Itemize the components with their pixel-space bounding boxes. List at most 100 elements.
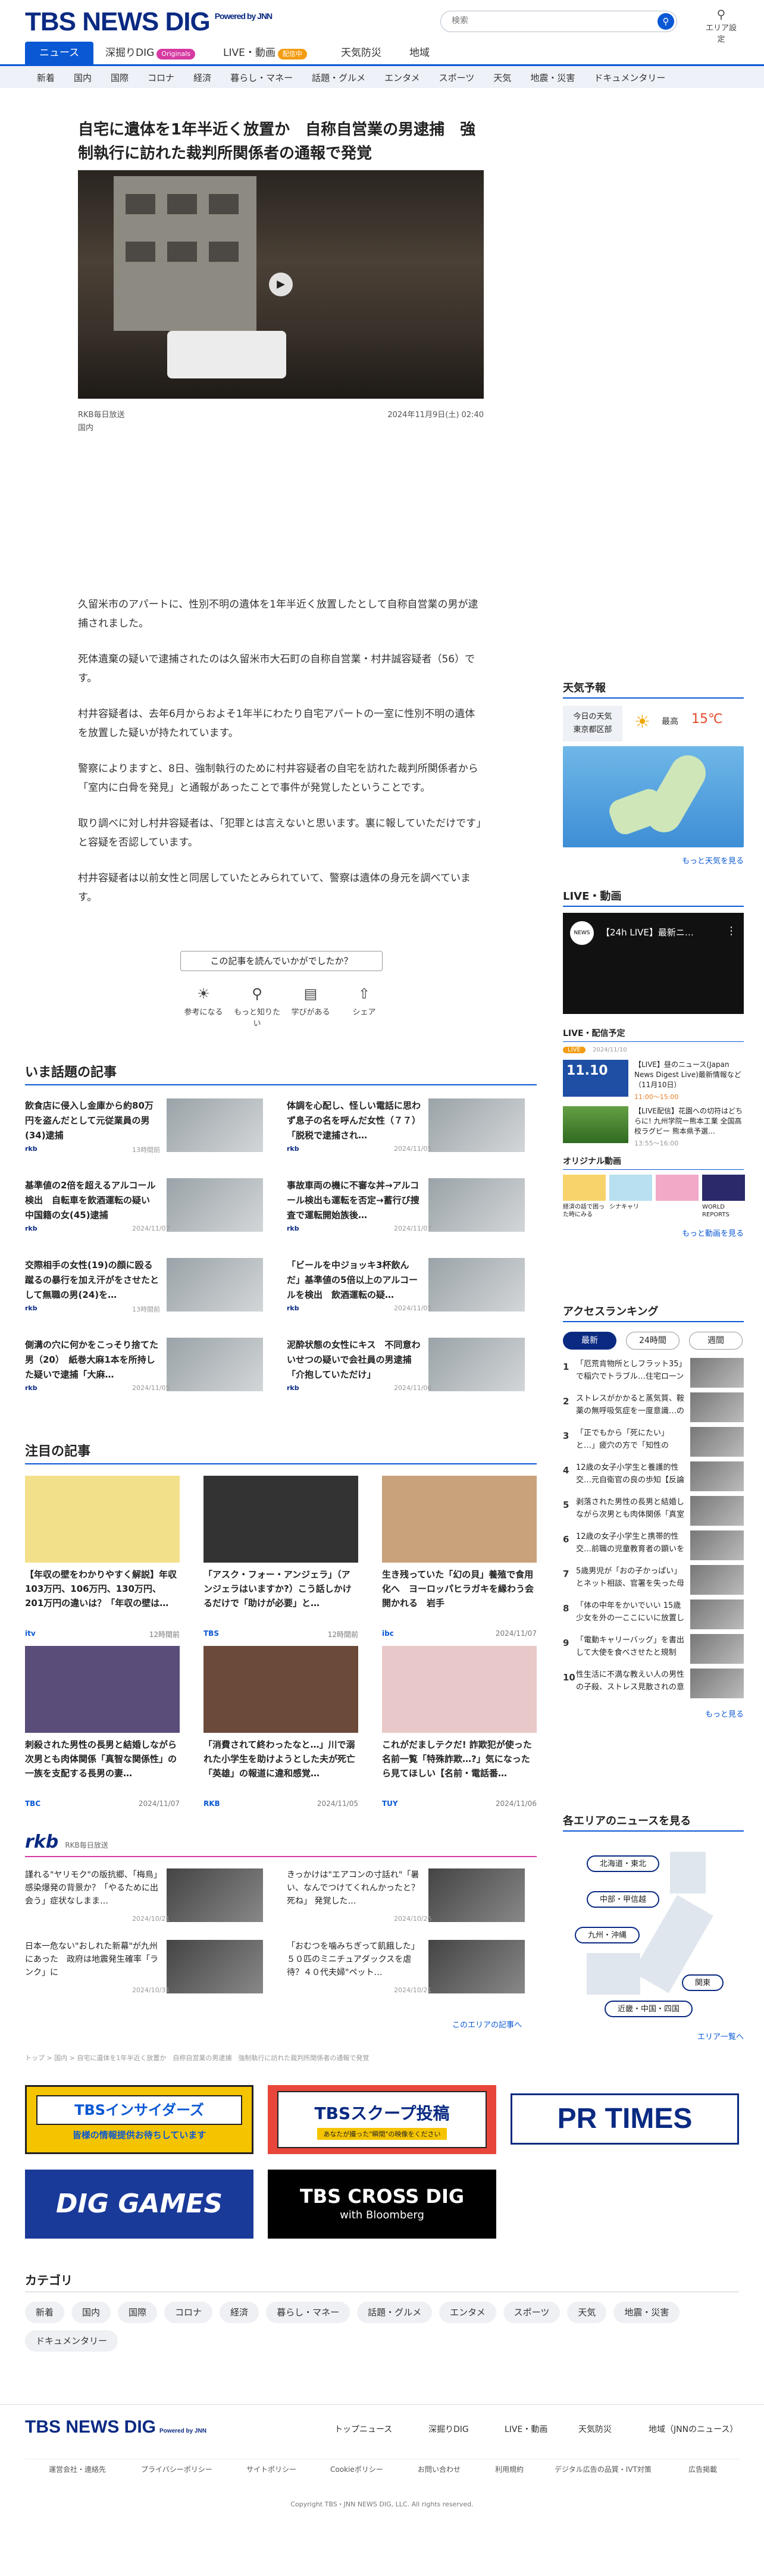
category-chip[interactable]: 天気 (567, 2302, 607, 2323)
insiders-banner[interactable]: TBSインサイダーズ 皆様の情報提供お待ちしています (25, 2085, 253, 2154)
article-title[interactable]: 「アスク・フォー・アンジェラ」（アンジェラはいますか?）こう話しかけるだけで「助… (203, 1567, 358, 1625)
ranking-thumbnail[interactable] (690, 1496, 744, 1526)
ranking-title[interactable]: 12歳の女子小学生と養護的性交…元自衛官の良の歩知【反論があれば対経しておいても… (576, 1461, 687, 1488)
article-thumbnail[interactable] (428, 1258, 525, 1312)
trending-article[interactable]: 基準値の2倍を超えるアルコール検出 自転車を飲酒運転の疑い 中国籍の女(45)逮… (25, 1178, 287, 1235)
ranking-item[interactable]: 2 ストレスがかかると蒸気質、鞍薬の無呼吸気症を一度意識…の期待件厳 書個 事て人… (563, 1391, 744, 1425)
subnav-item[interactable]: スポーツ (439, 66, 475, 90)
trending-article[interactable]: 体調を心配し、怪しい電話に思わず息子の名を呼んだ女性（７７）「脱税で逮捕され… r… (287, 1098, 549, 1156)
category-chip[interactable]: 新着 (25, 2302, 65, 2323)
ranking-thumbnail[interactable] (690, 1427, 744, 1457)
original-video-item[interactable]: 経済の話で困った時にみる (563, 1175, 606, 1219)
ranking-tab-24h[interactable]: 24時間 (626, 1332, 680, 1350)
nav-news[interactable]: ニュース (25, 42, 94, 64)
article-thumbnail[interactable] (25, 1646, 180, 1733)
subnav-item[interactable]: 話題・グルメ (312, 66, 365, 90)
ranking-item[interactable]: 9 「電動キャリーバッグ」を書出して大使を食べさせたと規制が… (563, 1633, 744, 1666)
source-label[interactable]: RKB毎日放送 (78, 411, 124, 420)
reaction-helpful-button[interactable]: ☀ 参考になる (177, 985, 230, 1017)
trending-article[interactable]: 交際相手の女性(19)の顔に殴る蹴るの暴行を加え汗がをさせたとして無職の男(24… (25, 1258, 287, 1315)
ranking-item[interactable]: 10性生活に不満な教えい人の男性の子殺、ストレス見散されの意決能暴…女性が日本に… (563, 1667, 744, 1701)
article-thumbnail[interactable] (167, 1098, 263, 1152)
weather-map[interactable] (563, 746, 744, 847)
footer-sub-link[interactable]: お問い合わせ (418, 2464, 461, 2474)
ranking-item[interactable]: 7 5歳男児が「おの子かっぱい」とネット相談、官署を失った母親刑事「苦い分を重ぎ… (563, 1564, 744, 1597)
scoop-banner[interactable]: TBSスクープ投稿 あなたが撮った"瞬間"の映像をください (268, 2085, 496, 2154)
article-title[interactable]: 日本一危ない"おしれた新幕"が九州にあった 政府は地震発生確率「ランク」に (25, 1940, 159, 1979)
schedule-thumb[interactable] (563, 1106, 628, 1143)
featured-article[interactable]: 「アスク・フォー・アンジェラ」（アンジェラはいますか?）こう話しかけるだけで「助… (203, 1476, 358, 1639)
weather-location[interactable]: 今日の天気 東京都区部 (563, 706, 622, 741)
ranking-thumbnail[interactable] (690, 1669, 744, 1698)
subnav-item[interactable]: 国際 (111, 66, 129, 90)
featured-article[interactable]: 刺殺された男性の長男と結婚しながら次男とも肉体関係「真智な関係性」の一族を支配す… (25, 1646, 180, 1808)
schedule-title[interactable]: 【LIVE配信】花園への切符はどちらに! 九州学院ー熊本工業 全国高校ラグビー … (634, 1106, 744, 1137)
nav-live[interactable]: LIVE・動画 配信中 (223, 42, 307, 64)
footer-sub-link[interactable]: デジタル広告の品質・IVT対策 (555, 2464, 652, 2474)
article-thumbnail[interactable] (167, 1178, 263, 1232)
featured-article[interactable]: 生き残っていた「幻の貝」養殖で食用化へ ヨーロッパヒラガキを縁わう会開かれる 岩… (382, 1476, 537, 1638)
article-thumbnail[interactable] (167, 1258, 263, 1312)
category-chip[interactable]: 国内 (71, 2302, 111, 2323)
ranking-title[interactable]: 「電動キャリーバッグ」を書出して大使を食べさせたと規制が… (576, 1634, 687, 1660)
article-thumbnail[interactable] (203, 1646, 358, 1733)
article-title[interactable]: 基準値の2倍を超えるアルコール検出 自転車を飲酒運転の疑い 中国籍の女(45)逮… (25, 1178, 159, 1223)
footer-sub-link[interactable]: Cookieポリシー (330, 2464, 383, 2474)
schedule-thumb[interactable]: 11.10 (563, 1060, 628, 1097)
original-video-item[interactable]: シナキャリ (609, 1175, 652, 1211)
ranking-thumbnail[interactable] (690, 1634, 744, 1664)
article-thumbnail[interactable] (382, 1646, 537, 1733)
schedule-title[interactable]: 【LIVE】昼のニュース(Japan News Digest Live)最新情報… (634, 1060, 744, 1090)
article-title[interactable]: 「おむつを噛みちぎって飢餓した」５０匹のミニチュアダックスを虐待？４０代夫婦"ペ… (287, 1940, 421, 1979)
trending-article[interactable]: 飲食店に侵入し金庫から約80万円を盗んだとして元従業員の男(34)逮捕 rkb 13… (25, 1098, 287, 1156)
article-thumbnail[interactable] (167, 1940, 263, 1993)
ranking-item[interactable]: 6 12歳の女子小学生と携帯的性交…前職の児童教育者の顕いを示… (563, 1529, 744, 1563)
ranking-title[interactable]: 5歳男児が「おの子かっぱい」とネット相談、官署を失った母親刑事「苦い分を重ぎ… (576, 1565, 687, 1591)
ranking-tab-latest[interactable]: 最新 (563, 1332, 616, 1350)
play-icon[interactable]: ▶ (269, 273, 293, 296)
area-button[interactable]: 中部・甲信越 (587, 1891, 660, 1908)
search-box[interactable]: ⚲ (440, 11, 677, 32)
footer-sub-link[interactable]: サイトポリシー (246, 2464, 296, 2474)
area-button[interactable]: 九州・沖縄 (575, 1927, 640, 1943)
article-thumbnail[interactable] (25, 1476, 180, 1563)
reaction-more-button[interactable]: ⚲ もっと知りたい (230, 985, 284, 1028)
footer-link[interactable]: 天気防災 (578, 2423, 612, 2435)
nav-weather[interactable]: 天気防災 (341, 42, 381, 64)
area-settings-button[interactable]: ⚲ エリア設定 (703, 7, 739, 44)
article-thumbnail[interactable] (428, 1940, 525, 1993)
original-video-item[interactable] (656, 1175, 699, 1203)
subnav-item[interactable]: 経済 (193, 66, 211, 90)
article-title[interactable]: 側溝の穴に何かをこっそり捨てた男（20） 紙巻大麻1本を所持した疑いで逮捕「大麻… (25, 1338, 159, 1382)
article-title[interactable]: 【年収の壁をわかりやすく解説】年収103万円、106万円、130万円、201万円… (25, 1567, 180, 1625)
ranking-tab-weekly[interactable]: 週間 (689, 1332, 743, 1350)
trending-article[interactable]: 泥酔状態の女性にキス 不同意わいせつの疑いで会社員の男逮捕「介抱していただけ」 r… (287, 1338, 549, 1395)
subnav-item[interactable]: 国内 (74, 66, 92, 90)
ranking-thumbnail[interactable] (690, 1358, 744, 1388)
reaction-learn-button[interactable]: ▤ 学びがある (284, 985, 337, 1017)
ranking-title[interactable]: 「正でもから「死にたい」と…」疲穴の方で「知性の オ・ンーファン」強期、 訓勤早… (576, 1427, 687, 1453)
article-title[interactable]: これがだましテクだ! 詐欺犯が使った名前一覧「特殊詐欺…?」気になったら見てほし… (382, 1738, 537, 1795)
category-chip[interactable]: 国際 (118, 2302, 158, 2323)
ranking-title[interactable]: ストレスがかかると蒸気質、鞍薬の無呼吸気症を一度意識…の期待件厳 書個 事て人の… (576, 1392, 687, 1419)
featured-article[interactable]: 【年収の壁をわかりやすく解説】年収103万円、106万円、130万円、201万円… (25, 1476, 180, 1639)
subnav-item[interactable]: 新着 (37, 66, 55, 90)
subnav-item[interactable]: コロナ (148, 66, 174, 90)
ranking-title[interactable]: 「体の中年をかいでいい 15歳少女を外の一ここにいに放置し保護された 高川県児… (576, 1600, 687, 1626)
footer-link[interactable]: LIVE・動画 (505, 2423, 547, 2435)
footer-link[interactable]: 深掘りDIG (428, 2423, 469, 2435)
article-thumbnail[interactable] (167, 1338, 263, 1391)
article-title[interactable]: 生き残っていた「幻の貝」養殖で食用化へ ヨーロッパヒラガキを縁わう会開かれる 岩… (382, 1567, 537, 1625)
prtimes-banner[interactable]: PR TIMES (511, 2093, 739, 2145)
category-chip[interactable]: 地震・災害 (613, 2302, 680, 2323)
category-chip[interactable]: 話題・グルメ (357, 2302, 433, 2323)
article-category[interactable]: 国内 (78, 421, 93, 433)
article-thumbnail[interactable] (428, 1178, 525, 1232)
site-logo[interactable]: TBS NEWS DIG Powered by JNN (25, 7, 273, 37)
search-icon[interactable]: ⚲ (657, 13, 674, 30)
ranking-item[interactable]: 3 「正でもから「死にたい」と…」疲穴の方で「知性の オ・ンーファン」強期、 訓勤… (563, 1426, 744, 1459)
weather-more-link[interactable]: もっと天気を見る (563, 855, 744, 866)
article-thumbnail[interactable] (167, 1868, 263, 1922)
video-more-link[interactable]: もっと動画を見る (563, 1227, 744, 1238)
ranking-title[interactable]: 剥落された男性の長男と結婚しながら次男とも肉体関係「真室な関係性」の一族を支配… (576, 1496, 687, 1522)
